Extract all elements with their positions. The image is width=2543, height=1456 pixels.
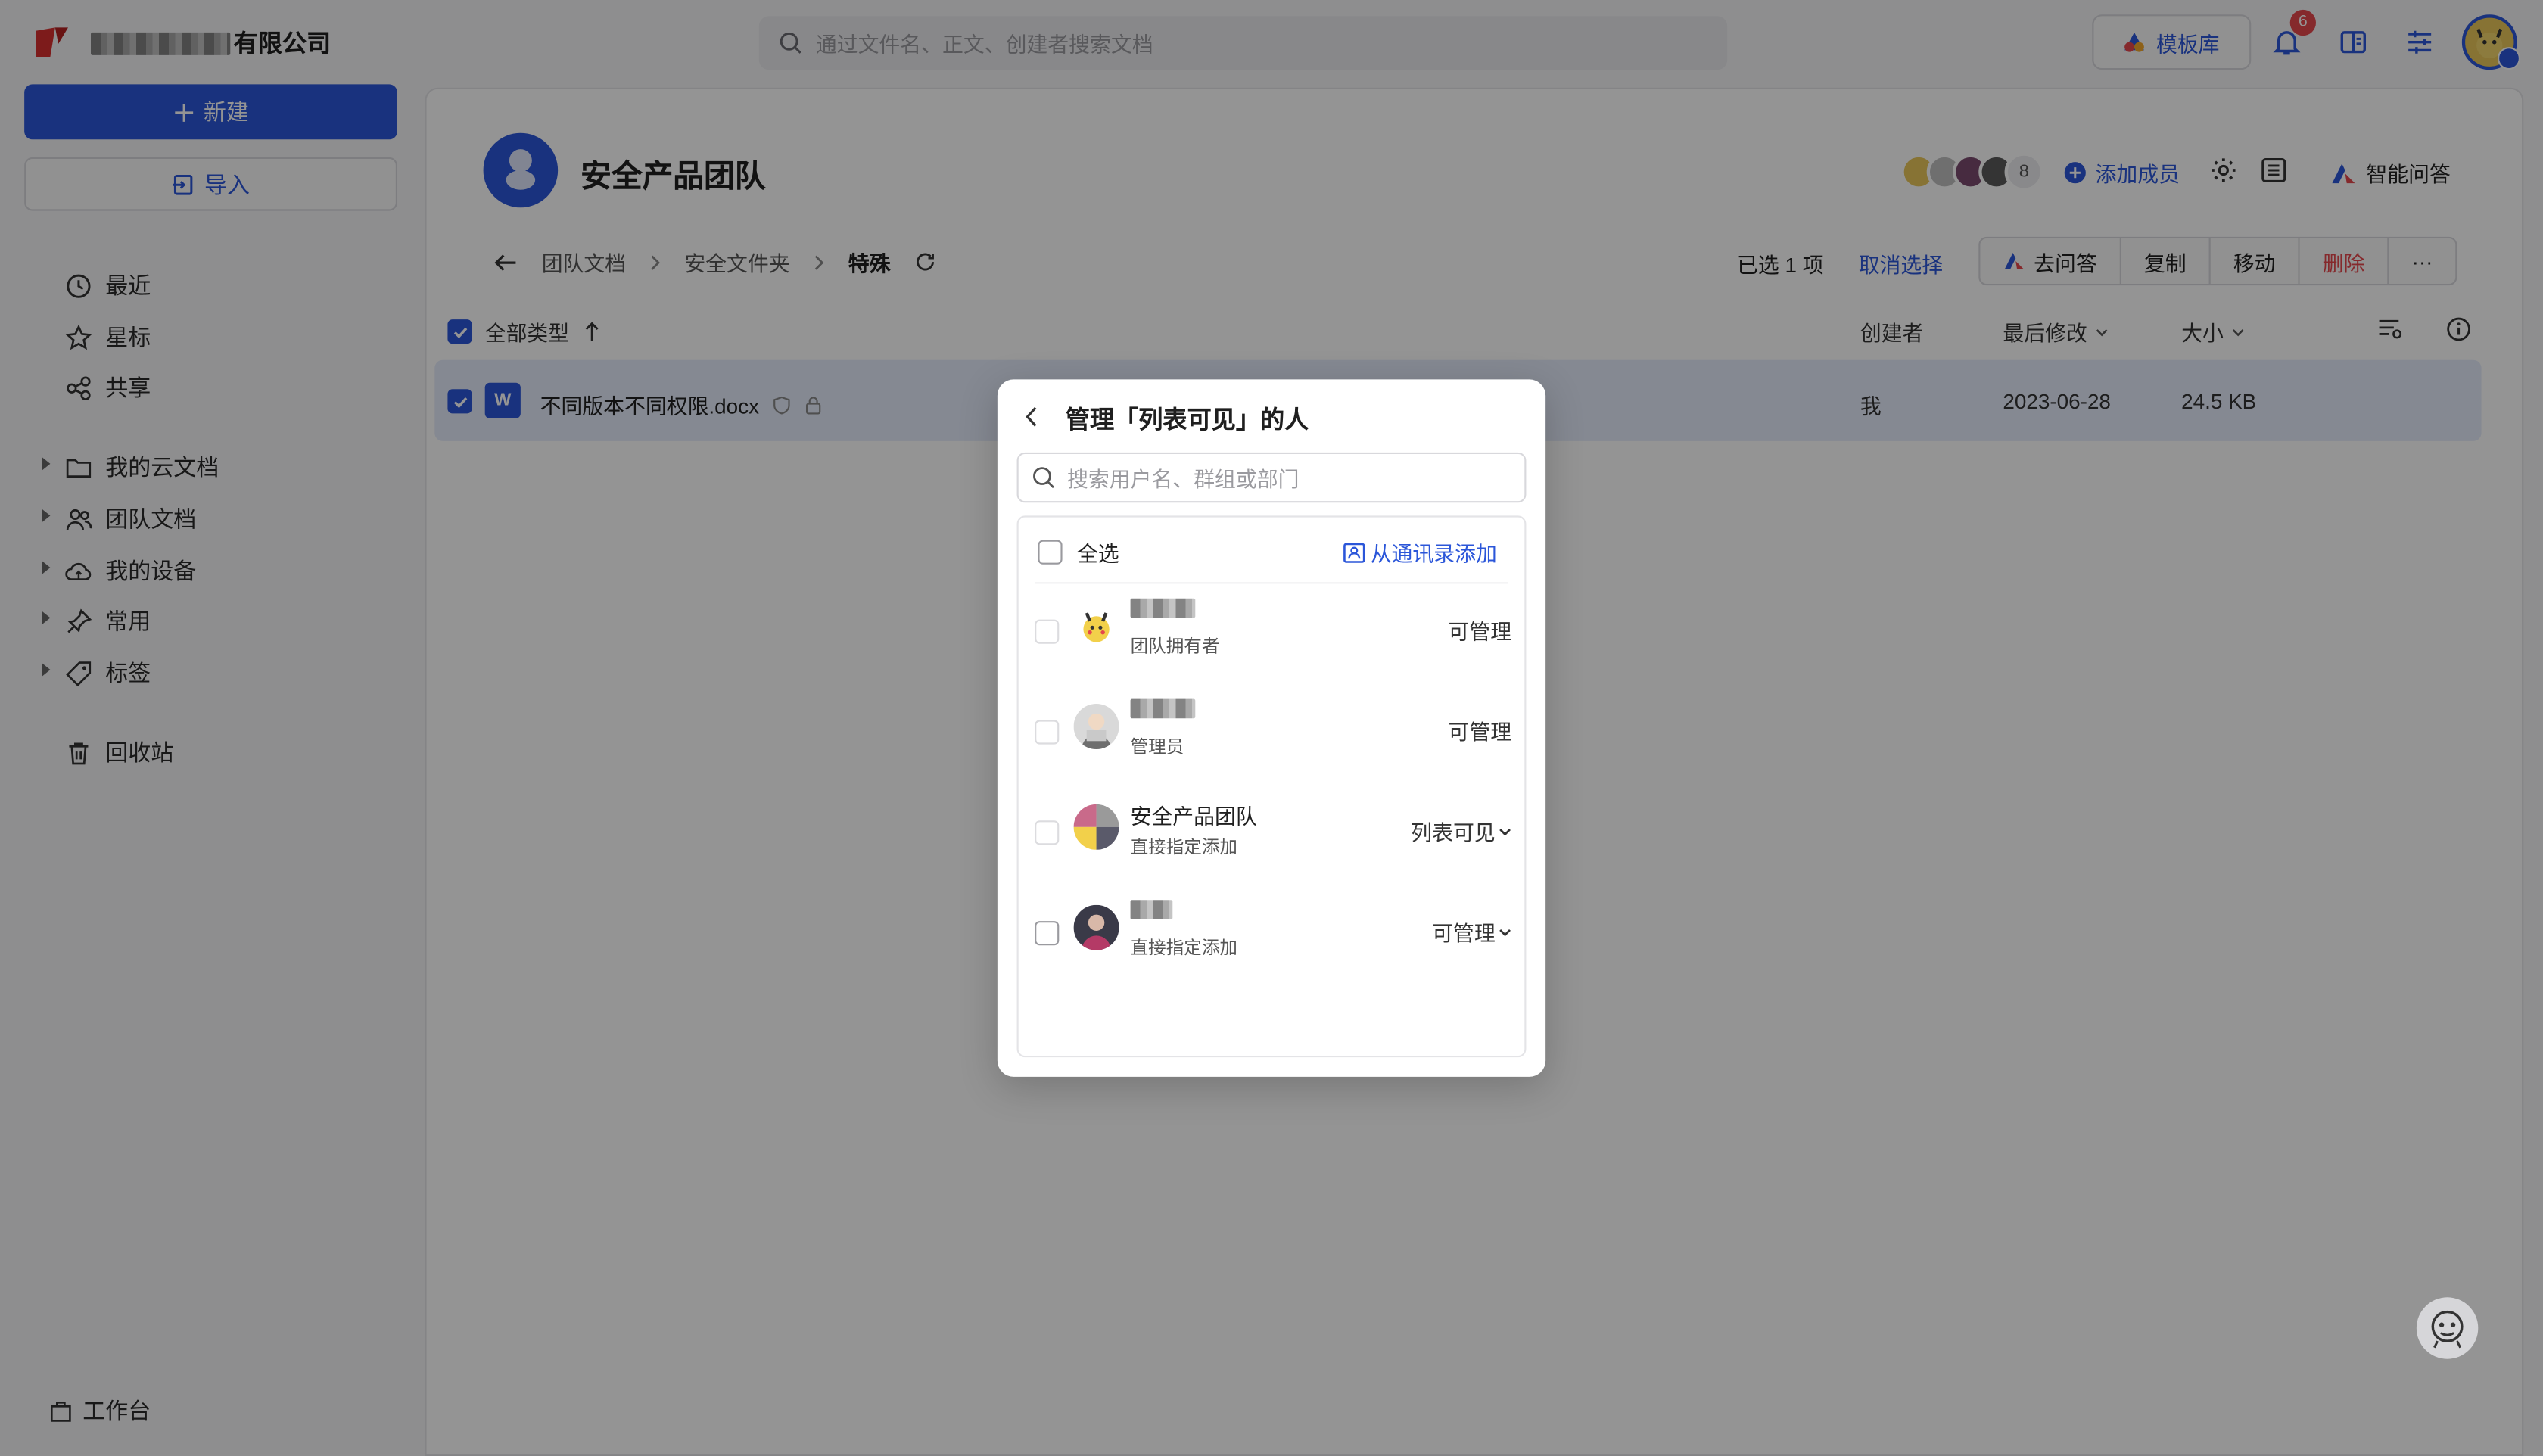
member-checkbox[interactable] xyxy=(1035,720,1060,745)
member-avatar xyxy=(1073,904,1119,950)
back-chevron-icon[interactable] xyxy=(1023,404,1039,430)
search-icon xyxy=(1032,465,1056,490)
member-search-placeholder: 搜索用户名、群组或部门 xyxy=(1067,467,1300,492)
chevron-down-icon xyxy=(1499,826,1511,836)
permission-dropdown[interactable]: 可管理 xyxy=(1432,916,1511,947)
member-row[interactable]: 管理员 可管理 xyxy=(1019,684,1528,785)
member-name xyxy=(1130,698,1196,723)
member-role: 管理员 xyxy=(1130,737,1184,758)
member-row[interactable]: 团队拥有者 可管理 xyxy=(1019,583,1528,684)
select-all-row[interactable]: 全选 xyxy=(1038,537,1119,568)
dialog-title: 管理「列表可见」的人 xyxy=(1065,406,1309,435)
member-search-input[interactable]: 搜索用户名、群组或部门 xyxy=(1016,452,1527,503)
permission-label: 可管理 xyxy=(1448,619,1512,644)
member-name xyxy=(1130,900,1173,924)
contacts-icon xyxy=(1343,541,1365,564)
redacted-text xyxy=(1130,900,1173,919)
member-role: 直接指定添加 xyxy=(1130,938,1237,959)
select-all-checkbox[interactable] xyxy=(1038,540,1063,565)
member-role: 直接指定添加 xyxy=(1130,838,1237,858)
permission-label: 列表可见 xyxy=(1411,820,1496,845)
chevron-down-icon xyxy=(1499,927,1511,937)
member-list: 全选 从通讯录添加 团队拥有者 可管理 管理员 可管理 安全产品团队 直接指定添… xyxy=(1016,515,1528,1058)
member-permission: 可管理 xyxy=(1449,715,1512,746)
member-role: 团队拥有者 xyxy=(1130,637,1220,657)
redacted-text xyxy=(1130,598,1196,618)
add-from-contacts-link[interactable]: 从通讯录添加 xyxy=(1343,537,1497,568)
assistant-bot-icon[interactable] xyxy=(2416,1297,2479,1359)
member-row[interactable]: 安全产品团队 直接指定添加 列表可见 xyxy=(1019,785,1528,885)
member-permission: 可管理 xyxy=(1449,614,1512,646)
permission-label: 可管理 xyxy=(1448,720,1512,745)
member-avatar xyxy=(1073,603,1119,649)
member-name xyxy=(1130,598,1196,623)
member-checkbox[interactable] xyxy=(1035,619,1060,644)
add-from-contacts-label: 从通讯录添加 xyxy=(1370,541,1497,566)
redacted-text xyxy=(1130,698,1196,719)
member-checkbox[interactable] xyxy=(1035,820,1060,845)
member-row[interactable]: 直接指定添加 可管理 xyxy=(1019,885,1528,986)
group-avatar xyxy=(1073,804,1119,850)
member-checkbox[interactable] xyxy=(1035,921,1060,946)
member-avatar xyxy=(1073,704,1119,749)
permission-dropdown[interactable]: 列表可见 xyxy=(1411,816,1511,847)
member-name: 安全产品团队 xyxy=(1130,804,1257,829)
permission-label: 可管理 xyxy=(1432,921,1496,946)
manage-visibility-dialog: 管理「列表可见」的人 搜索用户名、群组或部门 全选 从通讯录添加 团队拥有者 可… xyxy=(997,379,1546,1077)
select-all-label: 全选 xyxy=(1076,541,1119,566)
